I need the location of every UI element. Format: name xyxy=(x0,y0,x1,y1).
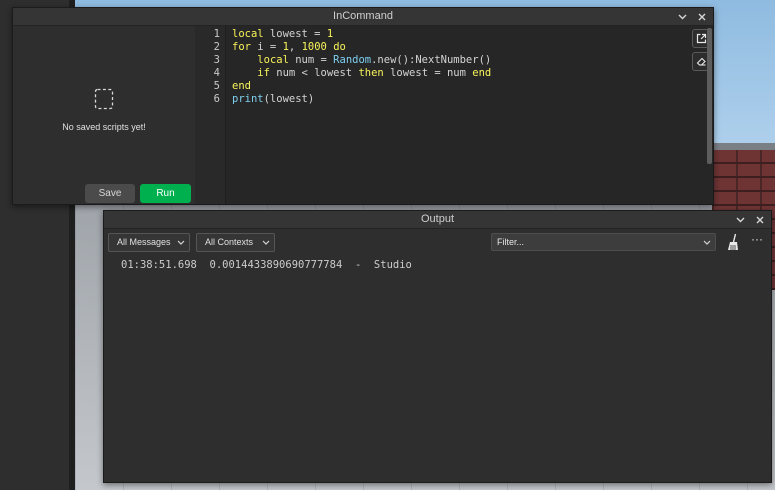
line-number: 6 xyxy=(213,93,220,105)
filter-placeholder: Filter... xyxy=(497,237,525,247)
code-line: local lowest = 1 xyxy=(232,28,334,40)
log-timestamp: 01:38:51.698 xyxy=(121,259,197,271)
save-button[interactable]: Save xyxy=(85,184,135,203)
code-line: local num = Random.new():NextNumber() xyxy=(257,54,492,66)
eraser-icon xyxy=(696,57,706,66)
code-line: print(lowest) xyxy=(232,93,315,105)
output-filter-input[interactable]: Filter... xyxy=(491,233,716,251)
line-number-gutter: 1 2 3 4 5 6 xyxy=(195,26,226,204)
log-separator: - xyxy=(354,259,362,271)
contexts-filter-dropdown[interactable]: All Contexts xyxy=(196,233,275,252)
no-saved-scripts-message: No saved scripts yet! xyxy=(62,122,146,132)
close-icon[interactable] xyxy=(754,215,765,226)
chevron-down-icon xyxy=(262,234,270,257)
editor-scrollbar[interactable] xyxy=(707,28,712,164)
code-editor[interactable]: 1 2 3 4 5 6 local lowest = 1 for i = 1, … xyxy=(195,26,713,204)
code-line: end xyxy=(232,80,251,92)
line-number: 4 xyxy=(213,67,220,79)
dashed-document-icon xyxy=(94,88,114,110)
line-number: 3 xyxy=(213,54,220,66)
incommand-titlebar[interactable]: InCommand xyxy=(13,8,713,26)
run-button[interactable]: Run xyxy=(140,184,191,203)
log-entry: 01:38:51.698 0.0014433890690777784 - Stu… xyxy=(121,259,412,271)
line-number: 5 xyxy=(213,80,220,92)
contexts-filter-label: All Contexts xyxy=(205,237,254,247)
incommand-title: InCommand xyxy=(333,10,393,22)
code-line: if num < lowest then lowest = num end xyxy=(257,67,492,79)
saved-scripts-panel: No saved scripts yet! Save Run xyxy=(13,26,195,204)
output-log: 01:38:51.698 0.0014433890690777784 - Stu… xyxy=(104,255,771,482)
chevron-down-icon[interactable] xyxy=(677,12,688,23)
clear-output-button[interactable] xyxy=(723,233,743,252)
log-message: 0.0014433890690777784 xyxy=(209,259,343,271)
chevron-down-icon[interactable] xyxy=(735,215,746,226)
output-title: Output xyxy=(420,213,455,225)
open-external-icon xyxy=(696,33,707,44)
messages-filter-dropdown[interactable]: All Messages xyxy=(108,233,190,252)
output-window: Output All Messages All Contexts Filter.… xyxy=(103,210,772,483)
more-options-icon[interactable]: ··· xyxy=(749,233,765,251)
output-toolbar: All Messages All Contexts Filter... ··· xyxy=(104,230,771,254)
line-number: 2 xyxy=(213,41,220,53)
code-line: for i = 1, 1000 do xyxy=(232,41,346,53)
code-text[interactable]: local lowest = 1 for i = 1, 1000 do loca… xyxy=(232,28,491,106)
messages-filter-label: All Messages xyxy=(117,237,171,247)
close-icon[interactable] xyxy=(696,12,707,23)
output-titlebar[interactable]: Output xyxy=(104,211,771,229)
log-source: Studio xyxy=(373,259,412,271)
incommand-window: InCommand No saved scripts yet! Save Run… xyxy=(12,7,714,205)
chevron-down-icon xyxy=(177,234,185,257)
chevron-down-icon[interactable] xyxy=(703,234,711,255)
broom-icon xyxy=(728,233,738,250)
line-number: 1 xyxy=(213,28,220,40)
